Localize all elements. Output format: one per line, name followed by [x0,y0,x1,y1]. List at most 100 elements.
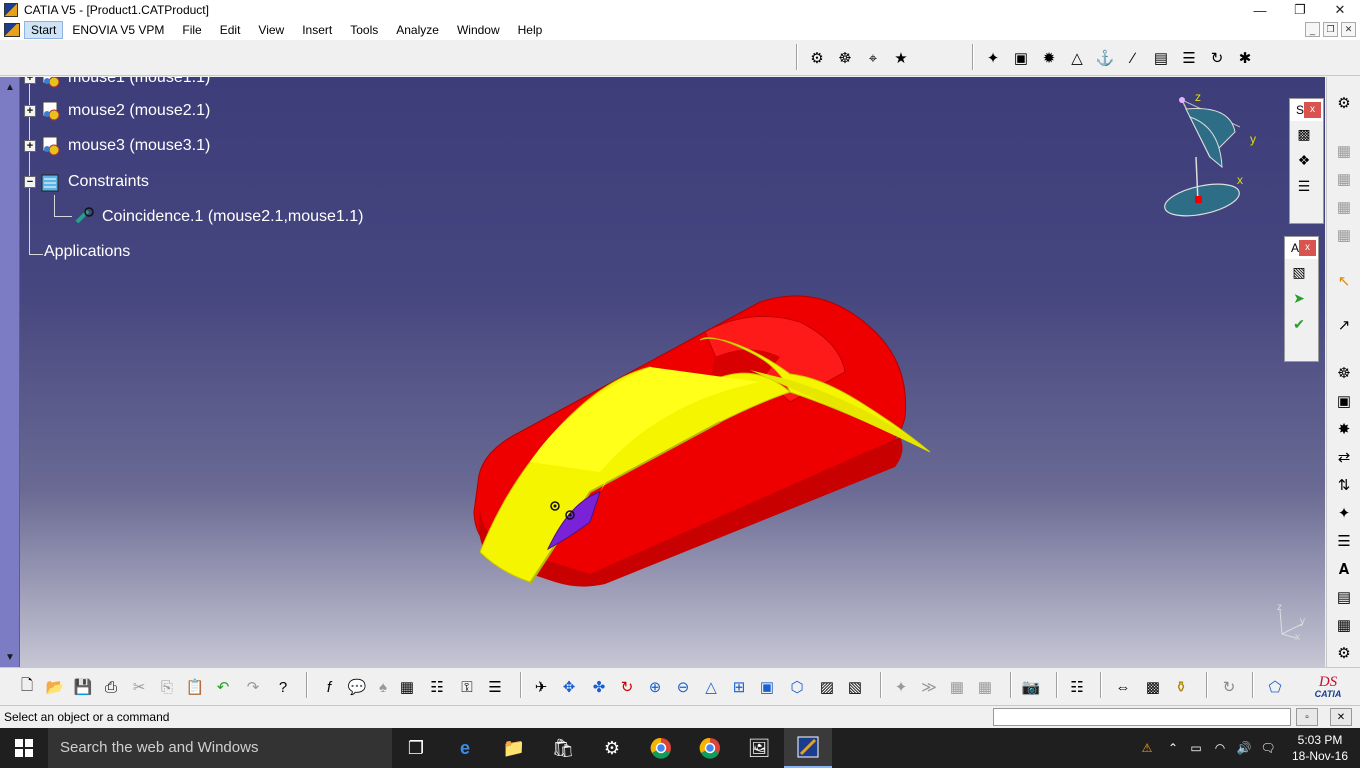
restore-button[interactable]: ❐ [1280,0,1320,20]
contact-constraint-icon[interactable]: ⚓ [1094,47,1116,69]
iso-view-icon[interactable]: ▣ [756,676,778,698]
comment-icon[interactable]: 💬 [346,676,368,698]
hide-show-icon[interactable]: ▨ [816,676,838,698]
open-file-icon[interactable]: 📂 [44,676,66,698]
wifi-icon[interactable]: ◠ [1208,741,1232,755]
catia-start-icon[interactable] [4,23,20,37]
redo-icon[interactable]: ↷ [242,676,264,698]
battery-icon[interactable]: ▭ [1184,741,1208,755]
copy-icon[interactable]: ⎘ [156,676,178,698]
scroll-down-arrow-icon[interactable]: ▼ [3,650,17,664]
doc-close-button[interactable]: ✕ [1341,22,1356,37]
menu-analyze[interactable]: Analyze [387,20,448,40]
expand-icon[interactable]: + [24,105,36,117]
fit-all-product-icon[interactable]: ⌖ [862,47,884,69]
tree-icon[interactable]: ▤ [1332,585,1356,609]
multi-instantiation-icon[interactable]: ✱ [1234,47,1256,69]
explode-icon[interactable]: ✹ [1038,47,1060,69]
store-icon[interactable]: 🛍 [539,728,587,768]
fly-mode-icon[interactable]: ✈ [530,676,552,698]
existing-component-icon[interactable]: ☸ [834,47,856,69]
tree-scrollbar[interactable]: ▲ ▼ [0,77,20,667]
measure-between-icon[interactable]: ⇔ [1112,676,1134,698]
taskbar-search[interactable]: Search the web and Windows [48,728,392,768]
tree-node-coincidence[interactable]: Coincidence.1 (mouse2.1,mouse1.1) [74,206,363,228]
table-icon[interactable]: ▦ [396,676,418,698]
minimize-button[interactable]: — [1240,0,1280,20]
floating-toolbar-a[interactable]: A x ▧ ➤ ✔ [1284,236,1319,362]
save-icon[interactable]: 💾 [72,676,94,698]
measure-inertia-icon[interactable]: ⚱ [1170,676,1192,698]
zoom-out-icon[interactable]: ⊖ [672,676,694,698]
expand-icon[interactable]: + [24,77,36,84]
command-restore-button[interactable]: ▫ [1296,708,1318,726]
zoom-in-icon[interactable]: ⊕ [644,676,666,698]
notification-app-icon[interactable]: ⚠ [1132,741,1162,755]
new-file-icon[interactable]: 🗋 [16,676,38,698]
tree-node-mouse2[interactable]: + mouse2 (mouse2.1) [24,100,210,122]
volume-icon[interactable]: 🔊 [1232,741,1256,755]
tree-node-applications[interactable]: Applications [44,243,130,261]
floating-toolbar-header[interactable]: S x [1290,99,1323,121]
edge-browser-icon[interactable]: e [441,728,489,768]
show-hidden-icons-icon[interactable]: ⌃ [1162,741,1184,755]
chrome-icon[interactable] [686,728,734,768]
compass-widget[interactable]: z y x [1150,87,1260,227]
task-view-icon[interactable]: ❐ [392,728,440,768]
text-icon[interactable]: 𝐀 [1332,557,1356,581]
assembly-icon[interactable]: ▩ [1292,121,1316,147]
eraser-icon[interactable]: ⬠ [1264,676,1286,698]
annotation-arrow-icon[interactable]: ➤ [1287,285,1311,311]
catalog-icon[interactable]: ☷ [1066,676,1088,698]
fit-all-icon[interactable]: ✥ [558,676,580,698]
app-icon[interactable]: ⚙ [588,728,636,768]
knowledge-icon[interactable]: ♠ [372,676,394,698]
angle-constraint-icon[interactable]: ▤ [1150,47,1172,69]
numbering-icon[interactable]: ✦ [1332,501,1356,525]
chrome-icon[interactable] [637,728,685,768]
doc-restore-button[interactable]: ❐ [1323,22,1338,37]
print-icon[interactable]: ⎙ [100,676,122,698]
measure-item-icon[interactable]: ▩ [1142,676,1164,698]
select-cursor-icon[interactable]: ↖ [1332,269,1356,293]
undo-icon[interactable]: ↶ [212,676,234,698]
close-button[interactable]: ✕ [1320,0,1360,20]
menu-window[interactable]: Window [448,20,509,40]
cut-icon[interactable]: ✂ [128,676,150,698]
select-mode-icon[interactable]: ↗ [1332,313,1356,337]
multi-view-icon[interactable]: ⊞ [728,676,750,698]
paste-icon[interactable]: 📋 [184,676,206,698]
rotate-icon[interactable]: ↻ [616,676,638,698]
shading-icon[interactable]: ⬡ [786,676,808,698]
taskbar-clock[interactable]: 5:03 PM 18-Nov-16 [1280,732,1360,764]
pan-icon[interactable]: ✤ [588,676,610,698]
fix-component-icon[interactable]: ☰ [1178,47,1200,69]
menu-start[interactable]: Start [24,21,64,39]
grid-icon[interactable]: ▦ [1332,613,1356,637]
tree-node-mouse3[interactable]: + mouse3 (mouse3.1) [24,135,210,157]
catalog-browser-icon[interactable]: ⚙ [806,47,828,69]
menu-tools[interactable]: Tools [341,20,387,40]
lock-icon[interactable]: ⚿ [456,676,478,698]
swap-space-icon[interactable]: ▧ [844,676,866,698]
reorder-icon[interactable]: ⇅ [1332,473,1356,497]
command-close-button[interactable]: ✕ [1330,708,1352,726]
menu-view[interactable]: View [249,20,293,40]
floating-toolbar-close-button[interactable]: x [1304,102,1321,118]
manipulate-icon[interactable]: ✦ [982,47,1004,69]
menu-edit[interactable]: Edit [211,20,250,40]
tree-node-constraints[interactable]: − Constraints [24,171,149,193]
doc-minimize-button[interactable]: _ [1305,22,1320,37]
list-view-icon[interactable]: ☰ [1292,173,1316,199]
3d-viewport[interactable]: ▲ ▼ + mouse1 (mouse1.1) + mouse2 (mouse2… [0,77,1325,667]
analysis-icon[interactable]: ☷ [426,676,448,698]
action-center-icon[interactable]: 🗨 [1256,741,1280,755]
whats-this-icon[interactable]: ? [272,676,294,698]
normal-view-icon[interactable]: △ [700,676,722,698]
floating-toolbar-s[interactable]: S x ▩ ❖ ☰ [1289,98,1324,224]
more-tools-icon[interactable]: ⚙ [1332,641,1356,665]
floating-toolbar-header[interactable]: A x [1285,237,1318,259]
collapse-icon[interactable]: − [24,176,36,188]
file-explorer-icon[interactable]: 📁 [490,728,538,768]
command-input[interactable] [993,708,1291,726]
